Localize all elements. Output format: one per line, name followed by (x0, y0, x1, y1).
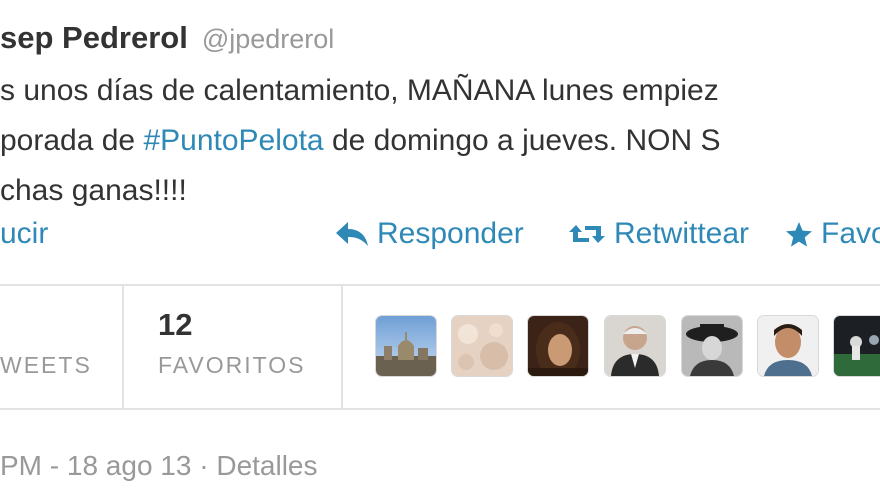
cityscape-avatar-image (376, 316, 436, 376)
favoriter-avatar[interactable] (682, 316, 742, 376)
elderly-man-avatar-image (605, 316, 665, 376)
favorites-stat-label[interactable]: FAVORITOS (158, 352, 306, 379)
favoriter-avatar[interactable] (834, 316, 880, 376)
hashtag-link[interactable]: #PuntoPelota (143, 124, 323, 157)
beige-pattern-avatar-image (452, 316, 512, 376)
tweet-detail: sep Pedrerol @jpedrerol s unos días de c… (0, 0, 880, 495)
favoriter-avatar[interactable] (376, 316, 436, 376)
tweet-timestamp[interactable]: PM - 18 ago 13 (0, 450, 191, 481)
author-handle[interactable]: @jpedrerol (202, 24, 334, 55)
retweet-button[interactable]: Retwittear (568, 210, 749, 258)
stats-divider-bottom (0, 408, 880, 410)
star-icon (785, 221, 813, 248)
translate-label: ucir (0, 217, 49, 250)
stats-separator (341, 286, 343, 408)
young-man-avatar-image (758, 316, 818, 376)
details-link[interactable]: Detalles (216, 450, 317, 481)
tweet-line-1: s unos días de calentamiento, MAÑANA lun… (0, 74, 719, 107)
favoriter-avatar[interactable] (452, 316, 512, 376)
translate-link[interactable]: ucir (0, 210, 48, 258)
tweet-line-2-start: porada de (0, 124, 144, 157)
retweet-icon (568, 221, 606, 247)
woman-portrait-avatar-image (528, 316, 588, 376)
favorites-count[interactable]: 12 (158, 307, 192, 343)
favoriter-avatar[interactable] (605, 316, 665, 376)
retweet-label: Retwittear (614, 217, 750, 250)
tweet-metadata: PM - 18 ago 13 · Detalles (0, 450, 318, 482)
retweets-stat-label[interactable]: WEETS (0, 352, 92, 379)
tweet-line-3: chas ganas!!!! (0, 174, 187, 207)
reply-icon (335, 221, 369, 247)
tweet-author[interactable]: sep Pedrerol @jpedrerol (0, 20, 334, 64)
tweet-line-2-end: de domingo a jueves. NON S (323, 124, 721, 157)
hat-woman-avatar-image (682, 316, 742, 376)
stats-separator (122, 286, 124, 408)
favorite-button[interactable]: Favo (785, 210, 880, 258)
stats-divider-top (0, 284, 880, 286)
stadium-avatar-image (834, 316, 880, 376)
author-name[interactable]: sep Pedrerol (0, 20, 188, 56)
reply-label: Responder (377, 217, 524, 250)
meta-separator: · (191, 450, 217, 481)
favorite-label: Favo (821, 217, 880, 250)
reply-button[interactable]: Responder (335, 210, 524, 258)
favoriter-avatar[interactable] (758, 316, 818, 376)
tweet-line-2: porada de #PuntoPelota de domingo a juev… (0, 116, 720, 166)
favoriter-avatar[interactable] (528, 316, 588, 376)
tweet-text: s unos días de calentamiento, MAÑANA lun… (0, 66, 720, 216)
